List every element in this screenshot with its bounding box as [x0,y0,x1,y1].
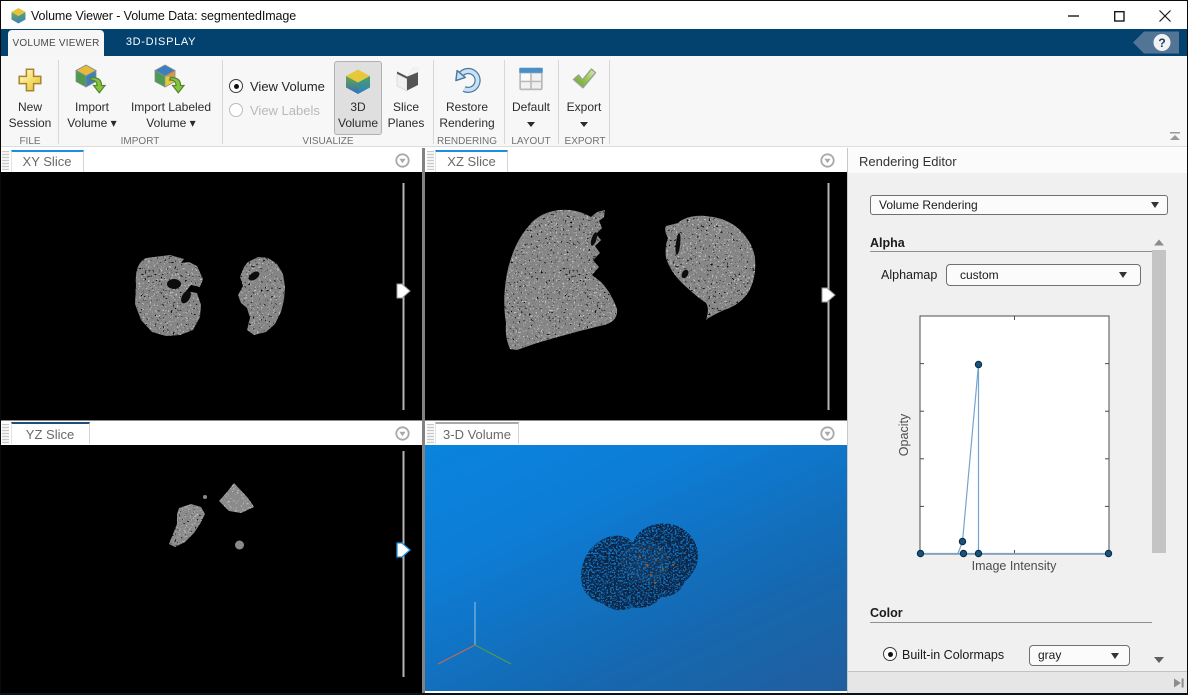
svg-text:Image Intensity: Image Intensity [972,559,1058,573]
svg-text:?: ? [1158,36,1165,50]
svg-text:Opacity: Opacity [897,413,911,456]
